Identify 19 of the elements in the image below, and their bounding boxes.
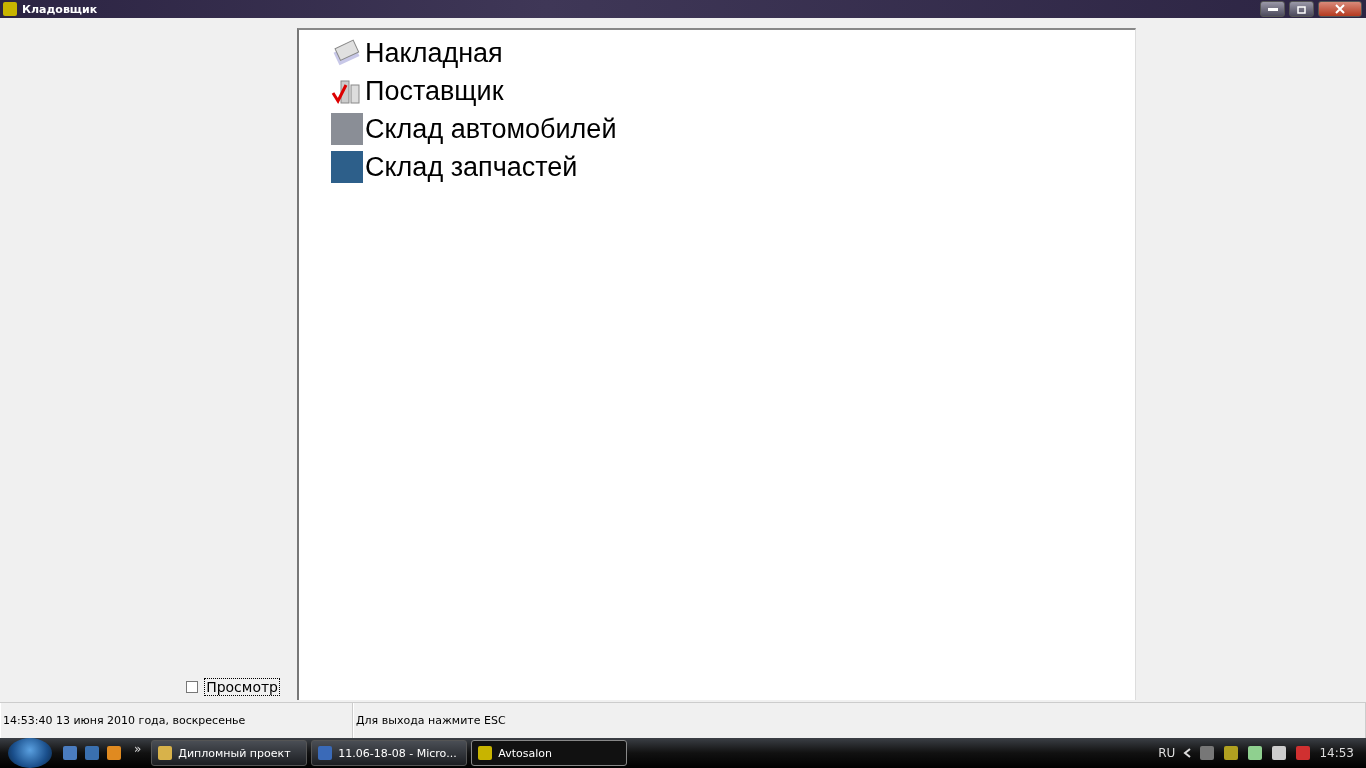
menu-item[interactable]: Поставщик	[331, 72, 1135, 110]
close-icon	[1335, 4, 1345, 14]
start-button[interactable]	[8, 738, 52, 768]
taskbar-button[interactable]: Дипломный проект	[151, 740, 308, 766]
window-title: Кладовщик	[22, 2, 99, 16]
close-button[interactable]	[1318, 1, 1362, 17]
chevron-icon[interactable]	[1183, 748, 1192, 758]
minimize-icon	[1267, 7, 1278, 11]
clock[interactable]: 14:53	[1319, 746, 1354, 760]
language-indicator[interactable]: RU	[1158, 746, 1176, 760]
menu-item[interactable]: Склад запчастей	[331, 148, 1135, 186]
restore-icon	[1296, 4, 1307, 14]
menu-item[interactable]: Накладная	[331, 34, 1135, 72]
more-button[interactable]: »	[134, 742, 142, 756]
restore-button[interactable]	[1289, 1, 1314, 17]
menu-item[interactable]: Склад автомобилей	[331, 110, 1135, 148]
taskbar-button[interactable]: 11.06-18-08 - Micro...	[311, 740, 468, 766]
minimize-button[interactable]	[1260, 1, 1285, 17]
taskbar-button[interactable]: Avtosalon	[471, 740, 628, 766]
